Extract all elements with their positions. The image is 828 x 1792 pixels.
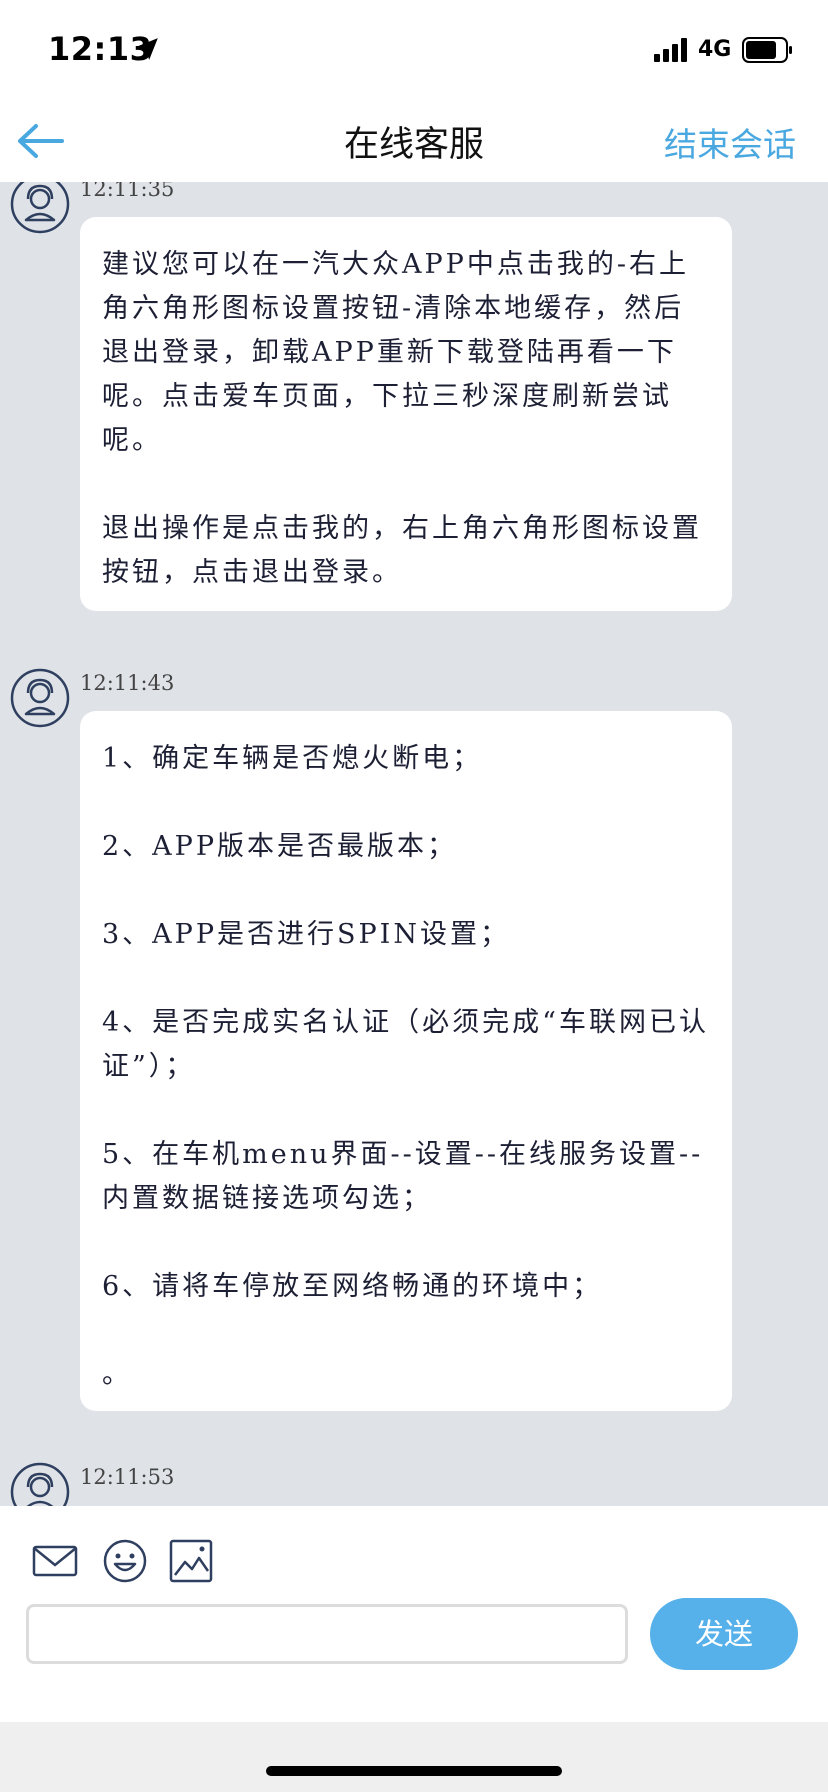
message-paragraph: 3、APP是否进行SPIN设置； — [102, 919, 510, 950]
message-paragraph: 建议您可以在一汽大众APP中点击我的-右上角六角形图标设置按钮-清除本地缓存，然… — [102, 249, 689, 456]
signal-icon — [654, 38, 687, 62]
message-time: 12:11:43 — [80, 671, 175, 695]
message-paragraph: 。 — [102, 1359, 132, 1390]
emoji-icon[interactable] — [102, 1538, 148, 1584]
network-label: 4G — [698, 37, 732, 62]
message-paragraph: 1、确定车辆是否熄火断电； — [102, 743, 483, 774]
message-time: 12:11:35 — [80, 182, 175, 201]
image-icon[interactable] — [168, 1538, 214, 1584]
message-bubble: 1、确定车辆是否熄火断电； 2、APP版本是否最版本； 3、APP是否进行SPI… — [80, 711, 732, 1411]
send-button[interactable]: 发送 — [650, 1598, 798, 1670]
message-paragraph: 6、请将车停放至网络畅通的环境中； — [102, 1271, 603, 1302]
message-time: 12:11:53 — [80, 1465, 175, 1489]
end-session-button[interactable]: 结束会话 — [664, 118, 796, 166]
message-paragraph: 5、在车机menu界面--设置--在线服务设置--内置数据链接选项勾选； — [102, 1139, 704, 1214]
message-paragraph: 4、是否完成实名认证（必须完成“车联网已认证”）； — [102, 1007, 709, 1082]
message-paragraph: 退出操作是点击我的，右上角六角形图标设置按钮，点击退出登录。 — [102, 513, 702, 588]
agent-avatar-icon — [10, 182, 70, 234]
chat-header: 在线客服 结束会话 — [0, 100, 828, 182]
home-indicator[interactable] — [266, 1766, 562, 1776]
message-paragraph: 2、APP版本是否最版本； — [102, 831, 458, 862]
status-bar: 12:13 4G — [0, 0, 828, 100]
agent-avatar-icon — [10, 1462, 70, 1506]
location-arrow-icon — [136, 38, 158, 60]
input-area: 发送 — [0, 1506, 828, 1722]
message-bubble: 建议您可以在一汽大众APP中点击我的-右上角六角形图标设置按钮-清除本地缓存，然… — [80, 217, 732, 611]
mail-icon[interactable] — [32, 1538, 78, 1584]
chat-messages[interactable]: 12:11:35 建议您可以在一汽大众APP中点击我的-右上角六角形图标设置按钮… — [0, 182, 828, 1506]
bottom-safe-area — [0, 1722, 828, 1792]
battery-icon — [742, 37, 792, 63]
message-input[interactable] — [26, 1604, 628, 1664]
agent-avatar-icon — [10, 668, 70, 728]
